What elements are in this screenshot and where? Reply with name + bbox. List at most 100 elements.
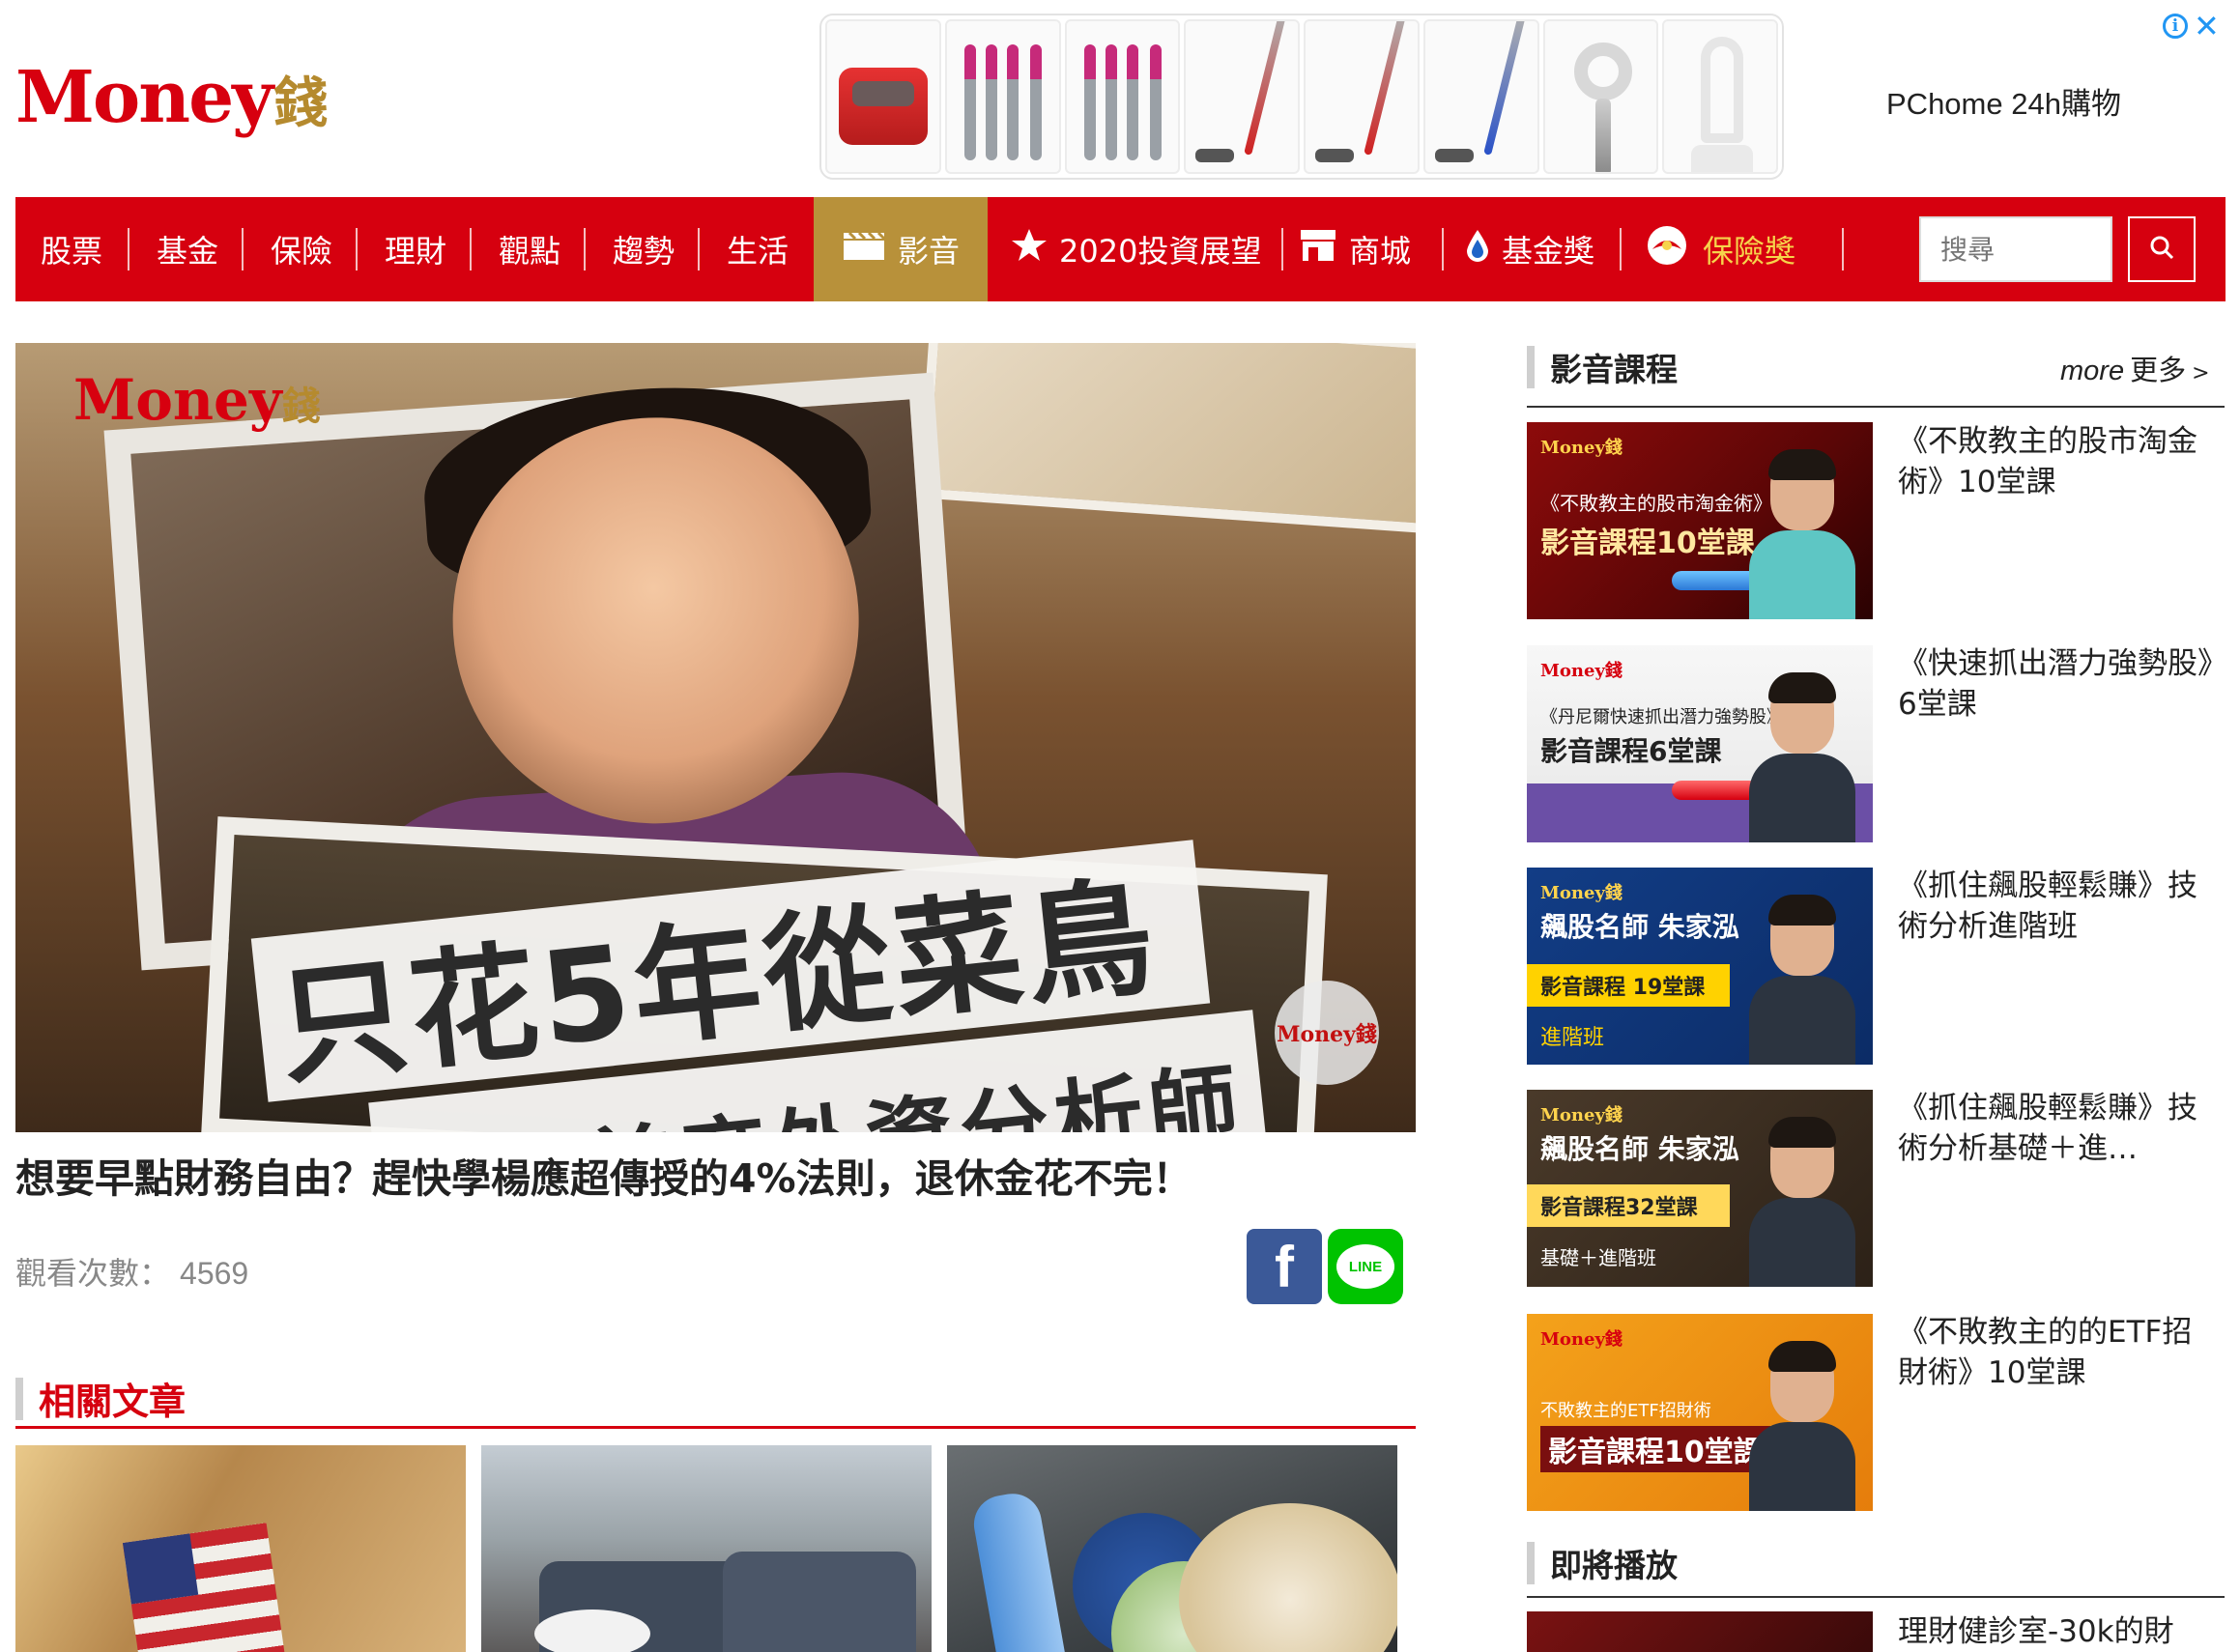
nav-item-opinion[interactable]: 觀點 — [499, 197, 560, 301]
ad-product-vacuum[interactable] — [1184, 19, 1300, 174]
logo-text: Money — [15, 56, 273, 139]
logo-chinese: 錢 — [273, 71, 329, 135]
nav-item-outlook-2020[interactable]: 2020投資展望 — [1011, 197, 1261, 301]
course-thumbnail[interactable]: Money錢 不敗教主的ETF招財術 影音課程10堂課 — [1527, 1314, 1873, 1511]
related-divider — [15, 1426, 1416, 1429]
course-title[interactable]: 《抓住飆股輕鬆賺》技術分析基礎＋進… — [1898, 1088, 2217, 1169]
ad-product-case[interactable] — [825, 19, 941, 174]
hero-logo-text: Money — [73, 367, 282, 433]
nav-item-label: 保險 — [271, 233, 333, 270]
nav-item-label: 生活 — [727, 233, 790, 270]
main-nav: 股票 基金 保險 理財 觀點 趨勢 生活 影音 2020投資展望 商城 基金獎 — [15, 197, 2226, 301]
more-link-zh: 更多 — [2130, 354, 2187, 386]
course-thumb-line: 影音課程10堂課 — [1540, 527, 1755, 560]
site-logo[interactable]: Money 錢 — [15, 56, 328, 139]
nav-item-label: 2020投資展望 — [1059, 233, 1262, 270]
storefront-icon — [1299, 228, 1337, 271]
article-title: 想要早點財務自由？趕快學楊應超傳授的4%法則，退休金花不完！ — [15, 1155, 1192, 1202]
upcoming-thumbnail[interactable] — [1527, 1611, 1873, 1652]
line-icon-label: LINE — [1348, 1258, 1383, 1275]
course-thumb-line: 影音課程 19堂課 — [1540, 976, 1706, 1000]
search-input[interactable] — [1919, 216, 2112, 282]
course-title[interactable]: 《抓住飆股輕鬆賺》技術分析進階班 — [1898, 866, 2217, 947]
ad-brand-text[interactable]: PChome 24h購物 — [1886, 79, 2121, 123]
course-title[interactable]: 《快速抓出潛力強勢股》6堂課 — [1898, 643, 2217, 725]
related-article-thumbnail[interactable] — [15, 1445, 466, 1652]
facebook-icon: f — [1275, 1235, 1294, 1299]
ad-product-styler[interactable] — [1064, 19, 1181, 174]
course-title[interactable]: 《不敗教主的的ETF招財術》10堂課 — [1898, 1312, 2217, 1393]
course-thumbnail[interactable]: Money錢 飆股名師 朱家泓 影音課程32堂課 基礎＋進階班 — [1527, 1090, 1873, 1287]
courses-heading: 影音課程 — [1527, 344, 1678, 390]
course-thumbnail[interactable]: Money錢 飆股名師 朱家泓 影音課程 19堂課 進階班 — [1527, 868, 1873, 1065]
course-thumb-line: 影音課程10堂課 — [1540, 1426, 1770, 1472]
course-thumb-line: 《丹尼爾快速抓出潛力強勢股》 — [1540, 707, 1784, 727]
upcoming-heading: 即將播放 — [1527, 1540, 1678, 1586]
ad-product-dryer[interactable] — [1542, 19, 1659, 174]
course-thumb-line: 影音課程32堂課 — [1540, 1196, 1698, 1220]
nav-item-label: 觀點 — [499, 233, 561, 270]
course-title[interactable]: 《不敗教主的股市淘金術》10堂課 — [1898, 421, 2217, 502]
nav-item-insurance-awards[interactable]: 保險獎 — [1643, 197, 1795, 301]
nav-item-shop[interactable]: 商城 — [1299, 197, 1411, 301]
courses-heading-label: 影音課程 — [1550, 351, 1678, 388]
more-link[interactable]: more 更多 > — [2060, 348, 2210, 388]
hero-video-thumbnail[interactable]: Money 錢 只花5年從菜鳥 晉升首席外資分析師 Money錢 — [15, 343, 1416, 1132]
course-thumb-logo: Money錢 — [1540, 883, 1623, 903]
nav-item-label: 影音 — [897, 233, 960, 270]
clapperboard-icon — [842, 229, 886, 270]
ad-product-vacuum[interactable] — [1304, 19, 1420, 174]
related-article-thumbnail[interactable] — [947, 1445, 1397, 1652]
line-share-button[interactable]: LINE — [1328, 1229, 1403, 1304]
ad-info-icon[interactable]: i — [2163, 14, 2188, 39]
insurance-award-icon — [1643, 224, 1691, 274]
nav-item-label: 股票 — [41, 233, 103, 270]
nav-item-life[interactable]: 生活 — [727, 197, 789, 301]
course-thumb-line: 不敗教主的ETF招財術 — [1540, 1401, 1711, 1421]
ad-product-strip[interactable] — [819, 14, 1784, 180]
ad-product-vacuum[interactable] — [1422, 19, 1539, 174]
upcoming-heading-label: 即將播放 — [1550, 1547, 1678, 1584]
nav-item-label: 理財 — [385, 233, 447, 270]
ad-product-fan[interactable] — [1662, 19, 1778, 174]
course-thumb-line: 影音課程6堂課 — [1540, 735, 1722, 767]
hero-logo-chinese: 錢 — [281, 384, 321, 429]
ad-product-styler[interactable] — [944, 19, 1061, 174]
course-thumbnail[interactable]: Money錢 《不敗教主的股市淘金術》 影音課程10堂課 — [1527, 422, 1873, 619]
course-thumb-line: 《不敗教主的股市淘金術》 — [1540, 492, 1772, 515]
related-article-thumbnail[interactable] — [481, 1445, 932, 1652]
view-count-label: 觀看次數： — [15, 1255, 171, 1292]
nav-item-label: 基金 — [157, 233, 219, 270]
nav-item-label: 保險獎 — [1703, 233, 1796, 270]
more-link-en: more — [2060, 356, 2125, 386]
star-badge-icon — [1011, 227, 1048, 271]
nav-item-fund-awards[interactable]: 基金獎 — [1465, 197, 1594, 301]
hero-watermark: Money錢 — [1275, 981, 1379, 1085]
course-thumb-line: 飆股名師 朱家泓 — [1540, 911, 1739, 943]
course-thumb-logo: Money錢 — [1540, 1329, 1623, 1350]
view-count: 觀看次數： 4569 — [15, 1249, 248, 1294]
nav-item-label: 基金獎 — [1502, 233, 1595, 270]
drop-icon — [1465, 228, 1490, 271]
course-thumb-line: 飆股名師 朱家泓 — [1540, 1133, 1739, 1165]
nav-item-stocks[interactable]: 股票 — [41, 197, 102, 301]
upcoming-title[interactable]: 理財健診室-30k的財 — [1898, 1611, 2217, 1652]
nav-item-label: 商城 — [1349, 233, 1412, 270]
search-button[interactable] — [2128, 216, 2196, 282]
ad-close-icon[interactable]: ✕ — [2194, 8, 2220, 44]
nav-item-insurance[interactable]: 保險 — [271, 197, 332, 301]
nav-item-video[interactable]: 影音 — [814, 197, 988, 301]
course-thumbnail[interactable]: Money錢 《丹尼爾快速抓出潛力強勢股》 影音課程6堂課 — [1527, 645, 1873, 842]
upcoming-divider — [1527, 1596, 2225, 1598]
course-thumb-logo: Money錢 — [1540, 661, 1623, 681]
course-thumb-logo: Money錢 — [1540, 1105, 1623, 1125]
nav-item-finance[interactable]: 理財 — [385, 197, 446, 301]
view-count-value: 4569 — [180, 1256, 249, 1291]
courses-divider — [1527, 406, 2225, 408]
nav-item-label: 趨勢 — [613, 233, 675, 270]
facebook-share-button[interactable]: f — [1247, 1229, 1322, 1304]
nav-item-funds[interactable]: 基金 — [157, 197, 218, 301]
nav-item-trends[interactable]: 趨勢 — [613, 197, 675, 301]
hero-logo: Money 錢 — [73, 367, 321, 433]
related-articles-heading: 相關文章 — [15, 1372, 186, 1425]
